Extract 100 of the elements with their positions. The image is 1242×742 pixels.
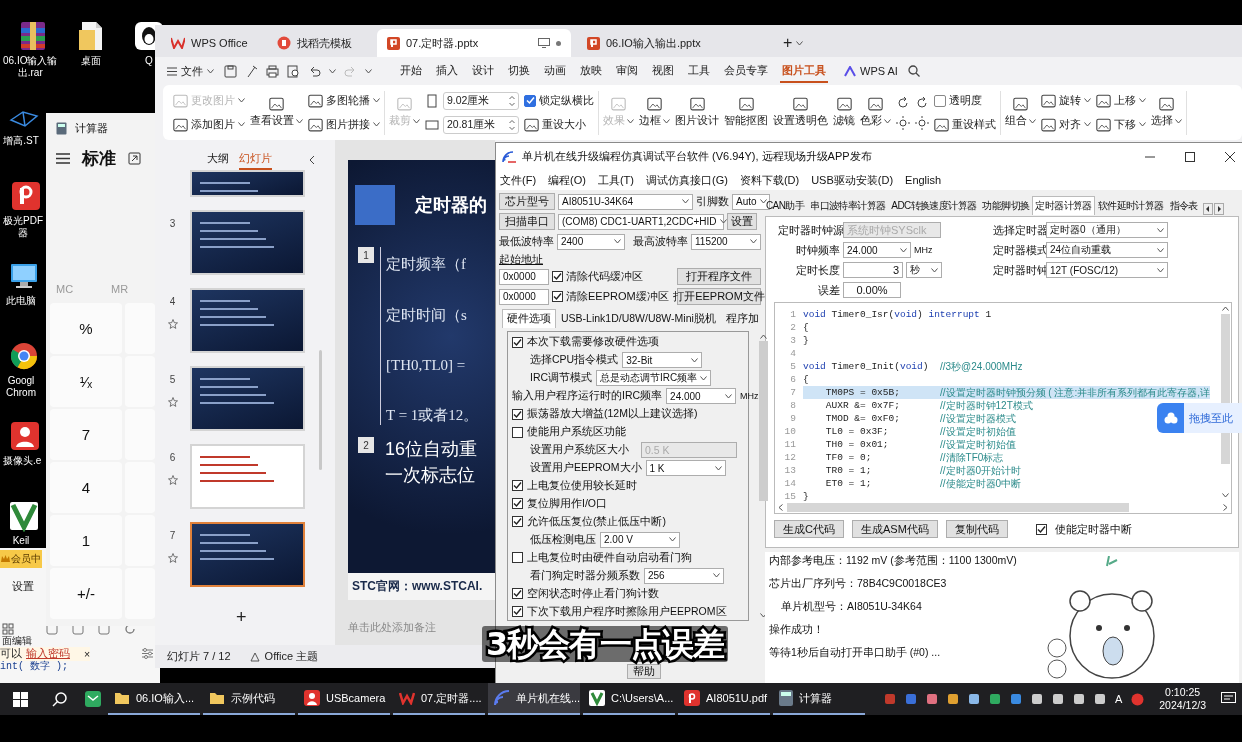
calculator-key[interactable]: +/- (50, 568, 122, 619)
add-slide-button[interactable]: + (236, 607, 247, 628)
timer-clock-select[interactable]: 12T (FOSC/12) (1046, 262, 1168, 278)
scroll-down-icon[interactable] (759, 613, 767, 618)
settings-button[interactable]: 设置 (727, 213, 757, 230)
tab[interactable]: USB-Link1D/U8W/U8W-Mini脱机 (556, 309, 721, 328)
checkbox[interactable] (512, 336, 523, 348)
tab[interactable]: 功能脚切换 (979, 196, 1033, 215)
timer-select[interactable]: 定时器0（通用） (1046, 222, 1168, 238)
print-preview-icon[interactable] (287, 64, 300, 78)
tab[interactable]: ADC转换速度计算器 (888, 196, 980, 215)
collapse-icon[interactable] (309, 155, 315, 165)
frequency-select[interactable]: 24.000 (843, 242, 911, 258)
desktop-icon-label[interactable]: 增高.ST (3, 135, 39, 147)
search-icon[interactable] (51, 691, 67, 707)
document-tab[interactable]: WPS Office (161, 29, 261, 57)
ribbon-tab[interactable]: 审阅 (614, 59, 640, 83)
sun-icon[interactable] (896, 115, 910, 130)
sun-icon[interactable] (915, 115, 929, 130)
scroll-left-icon[interactable] (778, 503, 783, 511)
ribbon-button[interactable]: 对齐 (1041, 115, 1091, 134)
calculator-key[interactable]: 7 (50, 409, 122, 460)
star-icon[interactable] (167, 319, 178, 329)
ribbon-tab[interactable]: 设计 (470, 59, 496, 83)
tab[interactable]: 串口波特率计算器 (807, 196, 889, 215)
option-select[interactable]: 32-Bit (622, 352, 703, 369)
slide-thumbnail[interactable] (190, 444, 305, 509)
size-field[interactable]: 20.81厘米 (443, 115, 519, 134)
option-select[interactable]: 总是动态调节IRC频率 (596, 370, 712, 387)
scroll-right-icon[interactable] (1223, 503, 1228, 511)
ribbon-tab[interactable]: 工具 (686, 59, 712, 83)
checkbox[interactable] (512, 498, 523, 510)
tray-icon[interactable] (1009, 693, 1022, 705)
checkbox[interactable] (512, 408, 523, 420)
ribbon-tab[interactable]: 图片工具 (780, 59, 828, 83)
notification-icon[interactable] (1221, 692, 1236, 706)
maximize-icon[interactable] (1185, 151, 1195, 162)
ribbon-tab[interactable]: 放映 (578, 59, 604, 83)
calculator-key[interactable]: % (50, 303, 122, 354)
ribbon-tab[interactable]: 插入 (434, 59, 460, 83)
checkbox[interactable] (524, 94, 536, 107)
desktop-icon-label[interactable]: Keil (12, 535, 30, 547)
desktop-icon-label[interactable]: 极光PDF 器 (3, 215, 43, 239)
theme-button[interactable]: Office 主题 (248, 649, 319, 664)
ribbon-button[interactable]: 添加图片 (173, 115, 245, 134)
desktop-icon-label[interactable]: 06.IO输入输 出.rar (3, 55, 58, 79)
pane-tab[interactable]: 大纲 (207, 150, 229, 170)
tab[interactable]: 程序加 (720, 309, 764, 328)
menu-item[interactable]: English (905, 174, 942, 186)
clock[interactable]: 0:10:25 2024/12/3 (1159, 686, 1206, 712)
ribbon-button[interactable]: 色彩 (860, 97, 891, 128)
taskbar-button[interactable]: USBcamera (298, 683, 390, 715)
close-button[interactable]: × (84, 648, 91, 660)
taskbar-button[interactable]: 06.IO输入... (108, 683, 200, 715)
ribbon-tab[interactable]: 视图 (650, 59, 676, 83)
cloud-icon[interactable] (1162, 412, 1179, 424)
rotate-icon[interactable] (896, 95, 910, 110)
desktop-icon-label[interactable]: 摄像头.e (3, 455, 42, 467)
chip-select[interactable]: AI8051U-34K64 (558, 193, 693, 210)
open-file-button[interactable]: 打开程序文件 (677, 268, 761, 285)
size-field[interactable]: 9.02厘米 (443, 91, 519, 110)
menu-item[interactable]: 编程(O) (548, 172, 586, 188)
search-icon[interactable] (907, 65, 920, 77)
checkbox[interactable] (512, 516, 523, 528)
ribbon-button[interactable]: 设置透明色 (773, 97, 828, 128)
tray-icon[interactable] (925, 693, 938, 705)
close-icon[interactable] (1225, 151, 1235, 162)
tab[interactable]: 硬件选项 (502, 309, 556, 328)
ribbon-button[interactable]: 选择 (1151, 97, 1182, 128)
save-icon[interactable] (224, 64, 237, 78)
input-indicator[interactable]: A (1114, 693, 1123, 705)
scroll-right-icon[interactable] (1213, 203, 1224, 215)
slide-thumbnail[interactable] (190, 288, 305, 353)
member-badge[interactable]: 会员中 (0, 550, 42, 568)
menu-item[interactable]: USB驱动安装(D) (811, 172, 894, 188)
grid-icon[interactable] (2, 623, 14, 635)
chip-model-button[interactable]: 芯片型号 (499, 193, 555, 210)
scroll-left-icon[interactable] (1202, 203, 1213, 215)
desktop-icon-label[interactable]: 此电脑 (6, 295, 36, 307)
min-baud-select[interactable]: 2400 (557, 233, 625, 250)
document-tab[interactable]: 07.定时器.pptx (377, 29, 571, 57)
scrollbar-thumb[interactable] (319, 350, 322, 470)
scroll-down-icon[interactable] (1221, 493, 1229, 498)
desktop-icon-label[interactable]: 桌面 (81, 55, 101, 67)
keep-on-top-icon[interactable] (128, 152, 141, 165)
slide-thumbnail[interactable] (190, 210, 305, 275)
code-button[interactable]: 复制代码 (945, 520, 1008, 538)
ribbon-button[interactable]: 图片拼接 (308, 115, 380, 134)
menu-icon[interactable] (56, 153, 70, 164)
star-icon[interactable] (167, 475, 178, 485)
checkbox[interactable] (512, 552, 523, 564)
ribbon-button[interactable]: 重设大小 (524, 115, 594, 134)
tray-icon[interactable] (1051, 693, 1064, 705)
ribbon-button[interactable]: 上移 (1096, 91, 1146, 110)
ribbon-tab[interactable]: 切换 (506, 59, 532, 83)
tab[interactable]: 软件延时计算器 (1094, 196, 1167, 215)
rotate-icon[interactable] (915, 95, 929, 110)
ribbon-button[interactable]: 边框 (639, 97, 670, 128)
ribbon-button[interactable]: 多图轮播 (308, 91, 380, 110)
mode-select[interactable]: 24位自动重载 (1046, 242, 1168, 258)
